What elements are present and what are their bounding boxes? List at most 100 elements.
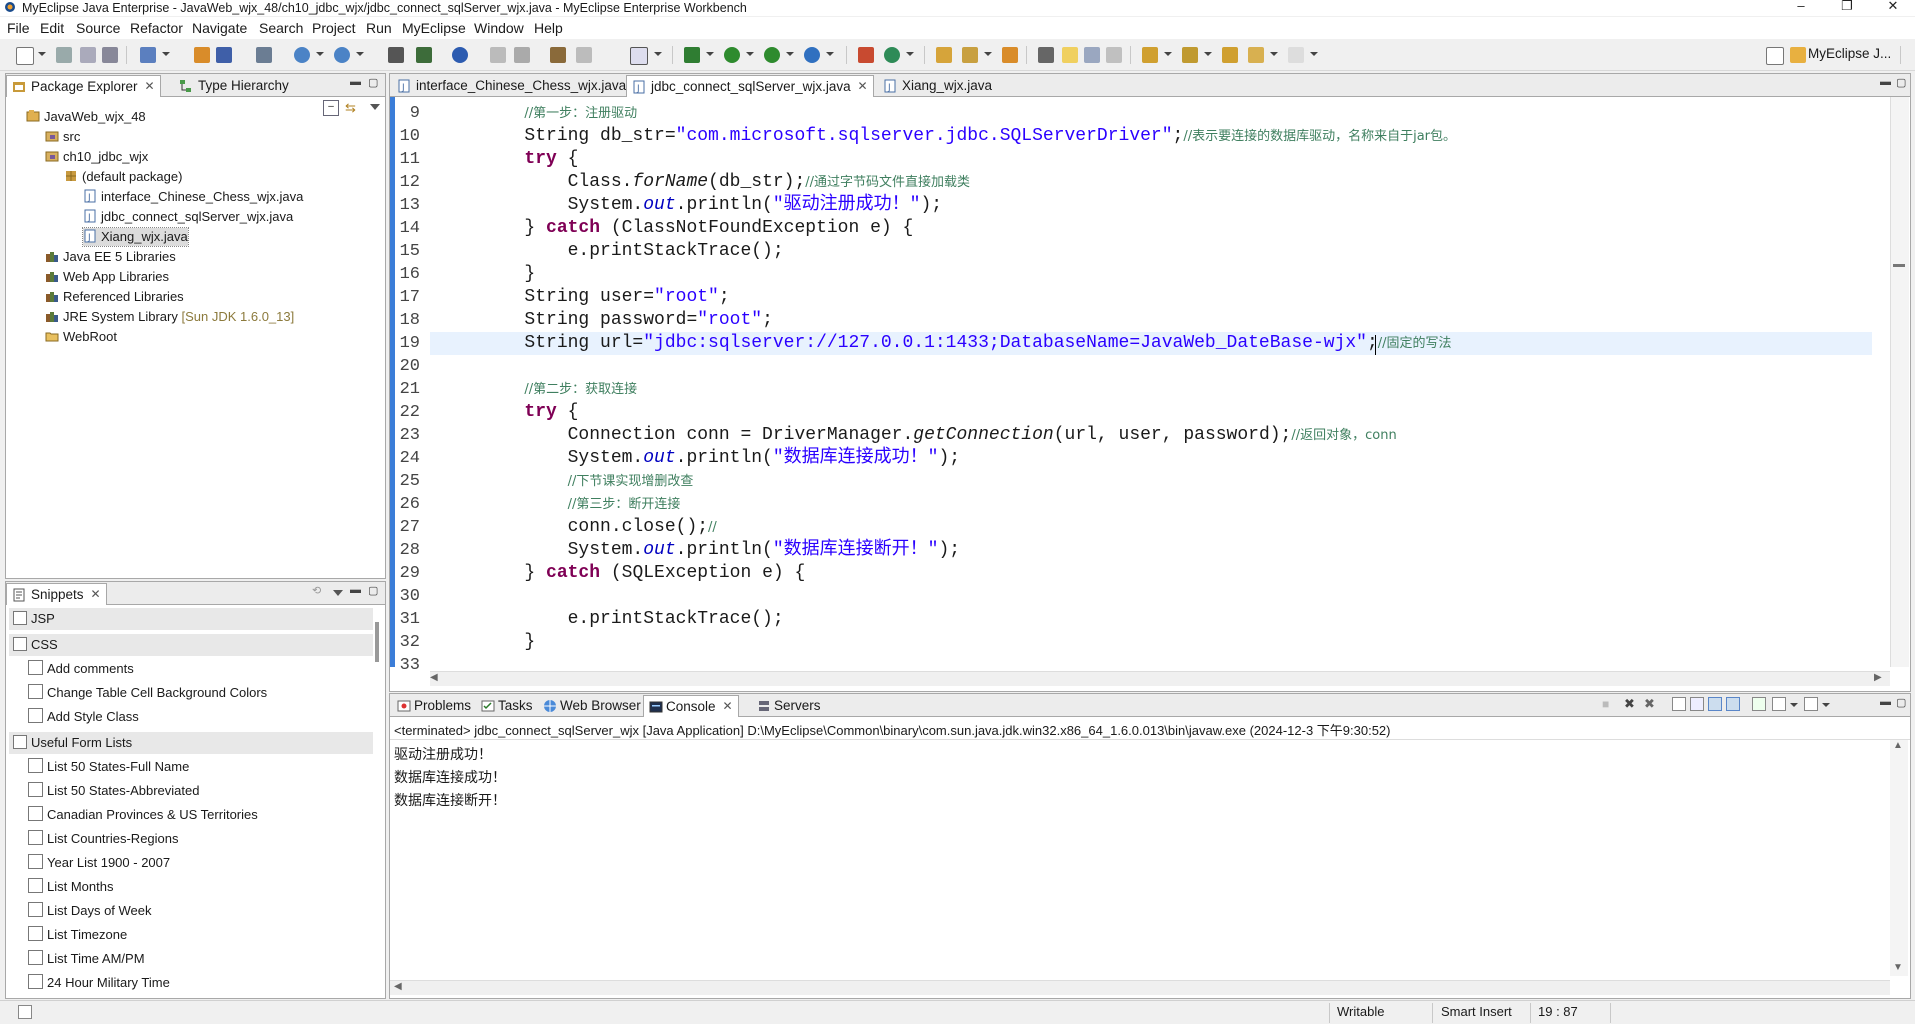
open-folder-icon[interactable] (936, 47, 952, 63)
chevron-down-icon[interactable] (746, 52, 754, 56)
java-ee-icon[interactable] (416, 47, 432, 63)
show-on-error-icon[interactable] (1726, 697, 1740, 711)
code-line[interactable]: e.printStackTrace(); (438, 608, 784, 631)
pin-console-icon[interactable] (1752, 697, 1766, 711)
code-line[interactable]: try { (438, 148, 578, 171)
tree-item[interactable]: Jjdbc_connect_sqlServer_wjx.java (83, 208, 293, 226)
link-icon[interactable] (576, 47, 592, 63)
new-icon[interactable] (16, 47, 34, 65)
snippet-item[interactable]: List 50 States-Abbreviated (28, 780, 199, 802)
new-java-project-icon[interactable] (858, 47, 874, 63)
new-class-icon[interactable] (884, 47, 900, 63)
save-icon[interactable] (56, 47, 72, 63)
code-line[interactable]: conn.close();// (438, 516, 717, 539)
code-line[interactable]: //第一步：注册驱动 (438, 102, 637, 125)
last-edit-icon[interactable] (1222, 47, 1238, 63)
snippet-item[interactable]: List Timezone (28, 924, 127, 946)
snippet-item[interactable]: 24 Hour Military Time (28, 972, 170, 994)
view-menu-icon[interactable] (333, 590, 343, 596)
menu-navigate[interactable]: Navigate (192, 19, 247, 37)
scrollbar-thumb[interactable] (375, 622, 379, 662)
code-line[interactable]: Class.forName(db_str);//通过字节码文件直接加载类 (438, 171, 970, 194)
scroll-down-icon[interactable]: ▼ (1893, 962, 1903, 973)
refresh-icon[interactable]: ⟲ (312, 584, 321, 597)
chevron-down-icon[interactable] (1310, 52, 1318, 56)
code-line[interactable]: } (438, 263, 535, 286)
code-line[interactable]: try { (438, 401, 578, 424)
chevron-down-icon[interactable] (1270, 52, 1278, 56)
open-perspective-icon[interactable] (1766, 47, 1784, 65)
back-icon[interactable] (1248, 47, 1264, 63)
myeclipse-perspective-icon[interactable] (1790, 47, 1806, 63)
tab-problems[interactable]: Problems (392, 695, 477, 716)
tree-item[interactable]: JavaWeb_wjx_48 (26, 108, 146, 126)
code-line[interactable]: e.printStackTrace(); (438, 240, 784, 263)
tree-item[interactable]: ch10_jdbc_wjx (45, 148, 148, 166)
chevron-down-icon[interactable] (706, 52, 714, 56)
close-window-button[interactable]: ✕ (1870, 0, 1915, 16)
menu-source[interactable]: Source (76, 19, 120, 37)
menu-help[interactable]: Help (534, 19, 563, 37)
menu-myeclipse[interactable]: MyEclipse (402, 19, 466, 37)
open-type-icon[interactable] (140, 47, 156, 63)
package-icon[interactable] (194, 47, 210, 63)
tab-console[interactable]: Console ✕ (643, 695, 739, 717)
open-task-icon[interactable] (962, 47, 978, 63)
deploy-icon[interactable] (216, 47, 232, 63)
build-icon[interactable] (388, 47, 404, 63)
tree-item[interactable]: (default package) (64, 168, 182, 186)
save-all-icon[interactable] (80, 47, 96, 63)
chevron-down-icon[interactable] (1164, 52, 1172, 56)
chevron-down-icon[interactable] (654, 52, 662, 56)
menu-search[interactable]: Search (259, 19, 303, 37)
maximize-view-button[interactable]: ▢ (368, 584, 378, 597)
link-with-editor-icon[interactable]: ⇆ (345, 100, 359, 115)
close-icon[interactable]: ✕ (722, 696, 732, 717)
code-line[interactable]: //第二步：获取连接 (438, 378, 637, 401)
tab-type-hierarchy[interactable]: Type Hierarchy (174, 75, 311, 96)
code-line[interactable]: } (438, 631, 535, 654)
tree-item[interactable]: Jinterface_Chinese_Chess_wjx.java (83, 188, 303, 206)
code-line[interactable]: String db_str="com.microsoft.sqlserver.j… (438, 125, 1456, 148)
code-line[interactable]: } catch (SQLException e) { (438, 562, 805, 585)
maximize-view-button[interactable]: ▢ (1896, 696, 1906, 709)
fast-view-icon[interactable] (18, 1005, 32, 1019)
clear-console-icon[interactable] (1672, 697, 1686, 711)
tree-item[interactable]: Java EE 5 Libraries (45, 248, 176, 266)
coverage-icon[interactable] (804, 47, 820, 63)
overview-marker[interactable] (1893, 264, 1905, 267)
close-icon[interactable]: ✕ (90, 584, 100, 605)
tree-item[interactable]: src (45, 128, 80, 146)
minimize-view-button[interactable]: ▬ (1880, 696, 1891, 708)
open-console-icon[interactable] (1804, 697, 1818, 711)
code-line[interactable]: //下节课实现增删改查 (438, 470, 694, 493)
snippet-category[interactable]: CSS (9, 634, 373, 656)
block-selection-icon[interactable] (1084, 47, 1100, 63)
code-line[interactable]: System.out.println("数据库连接成功！"); (438, 447, 960, 470)
minimize-view-button[interactable]: ▬ (350, 584, 361, 596)
tree-item[interactable]: Web App Libraries (45, 268, 169, 286)
code-line[interactable]: //第三步：断开连接 (438, 493, 681, 516)
collapse-all-icon[interactable]: – (323, 100, 339, 116)
snippet-category[interactable]: JSP (9, 608, 373, 630)
forward-icon[interactable] (1288, 47, 1304, 63)
code-line[interactable]: String user="root"; (438, 286, 729, 309)
annotation-icon[interactable] (1038, 47, 1054, 63)
chevron-down-icon[interactable] (786, 52, 794, 56)
maximize-button[interactable]: ❐ (1824, 0, 1870, 16)
tab-xiang[interactable]: J Xiang_wjx.java (878, 75, 1014, 96)
tree-item[interactable]: WebRoot (45, 328, 117, 346)
chevron-down-icon[interactable] (38, 52, 46, 56)
snippet-item[interactable]: List Days of Week (28, 900, 152, 922)
print-icon[interactable] (102, 47, 118, 63)
code-line[interactable]: String url="jdbc:sqlserver://127.0.0.1:1… (438, 332, 1451, 355)
undo-edit-icon[interactable] (490, 47, 506, 63)
show-whitespace-icon[interactable] (1106, 47, 1122, 63)
next-annotation-icon[interactable] (1142, 47, 1158, 63)
vertical-scrollbar[interactable]: ▲ ▼ (1890, 740, 1908, 976)
code-line[interactable]: } catch (ClassNotFoundException e) { (438, 217, 913, 240)
close-icon[interactable]: ✕ (858, 76, 868, 97)
menu-run[interactable]: Run (366, 19, 392, 37)
chevron-down-icon[interactable] (1790, 703, 1798, 707)
debug-icon[interactable] (684, 47, 700, 63)
